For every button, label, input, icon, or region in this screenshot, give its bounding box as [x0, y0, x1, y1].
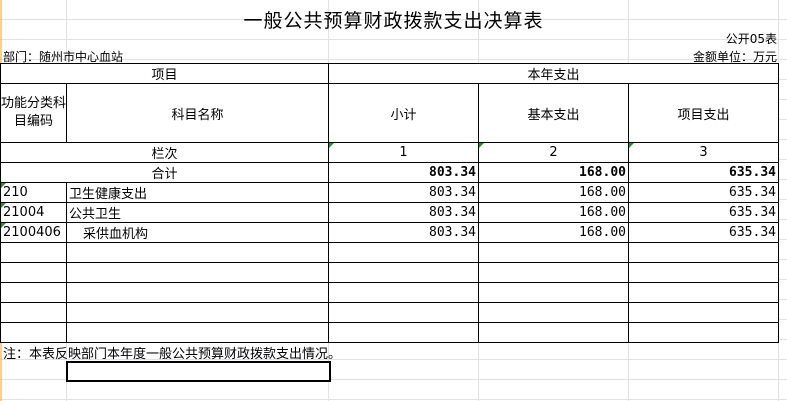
table-row-empty	[0, 262, 779, 283]
empty-cell[interactable]	[478, 282, 629, 303]
total-basic[interactable]: 168.00	[478, 162, 629, 183]
empty-cell[interactable]	[478, 302, 629, 323]
empty-cell[interactable]	[0, 282, 67, 303]
column-2[interactable]: 2	[478, 142, 629, 163]
table-row-empty	[0, 282, 779, 303]
empty-cell[interactable]	[66, 282, 329, 303]
selected-cell[interactable]	[66, 361, 331, 382]
header-subtotal[interactable]: 小计	[328, 83, 479, 143]
row-name[interactable]: 公共卫生	[66, 202, 329, 223]
empty-cell[interactable]	[328, 322, 479, 343]
table-row-empty	[0, 322, 779, 343]
header-basic[interactable]: 基本支出	[478, 83, 629, 143]
row-project[interactable]: 635.34	[628, 222, 779, 243]
empty-cell[interactable]	[328, 262, 479, 283]
empty-cell[interactable]	[628, 282, 779, 303]
row-basic[interactable]: 168.00	[478, 202, 629, 223]
empty-cell[interactable]	[328, 302, 479, 323]
empty-cell[interactable]	[328, 242, 479, 263]
empty-cell[interactable]	[478, 322, 629, 343]
row-project[interactable]: 635.34	[628, 182, 779, 203]
column-1[interactable]: 1	[328, 142, 479, 163]
empty-cell[interactable]	[0, 302, 67, 323]
empty-cell[interactable]	[328, 282, 479, 303]
header-project[interactable]: 项目	[0, 63, 329, 84]
table-row: 2100406 采供血机构 803.34 168.00 635.34	[0, 222, 779, 243]
total-label[interactable]: 合计	[0, 162, 329, 183]
total-project[interactable]: 635.34	[628, 162, 779, 183]
empty-cell[interactable]	[66, 242, 329, 263]
footnote: 注：本表反映部门本年度一般公共预算财政拨款支出情况。	[3, 347, 342, 362]
empty-cell[interactable]	[478, 242, 629, 263]
row-project[interactable]: 635.34	[628, 202, 779, 223]
empty-cell[interactable]	[628, 322, 779, 343]
total-subtotal[interactable]: 803.34	[328, 162, 479, 183]
page-title: 一般公共预算财政拨款支出决算表	[243, 10, 544, 32]
row-subtotal[interactable]: 803.34	[328, 222, 479, 243]
header-annual-expense[interactable]: 本年支出	[328, 63, 779, 84]
row-code[interactable]: 2100406	[0, 222, 67, 243]
form-number: 公开05表	[725, 32, 777, 46]
row-subtotal[interactable]: 803.34	[328, 182, 479, 203]
header-func-code[interactable]: 功能分类科目编码	[0, 83, 67, 143]
row-code[interactable]: 21004	[0, 202, 67, 223]
table-row: 210 卫生健康支出 803.34 168.00 635.34	[0, 182, 779, 203]
empty-cell[interactable]	[628, 242, 779, 263]
row-name[interactable]: 卫生健康支出	[66, 182, 329, 203]
table-row: 21004 公共卫生 803.34 168.00 635.34	[0, 202, 779, 223]
empty-cell[interactable]	[0, 242, 67, 263]
table-row-empty	[0, 242, 779, 263]
empty-cell[interactable]	[66, 302, 329, 323]
expense-table: 项目 本年支出 功能分类科目编码 科目名称 小计 基本支出 项目支出 栏次 1 …	[0, 63, 779, 343]
row-subtotal[interactable]: 803.34	[328, 202, 479, 223]
row-name[interactable]: 采供血机构	[66, 222, 329, 243]
row-basic[interactable]: 168.00	[478, 182, 629, 203]
column-number-label[interactable]: 栏次	[0, 142, 329, 163]
row-code[interactable]: 210	[0, 182, 67, 203]
empty-cell[interactable]	[628, 302, 779, 323]
empty-cell[interactable]	[0, 262, 67, 283]
empty-cell[interactable]	[628, 262, 779, 283]
empty-cell[interactable]	[0, 322, 67, 343]
column-3[interactable]: 3	[628, 142, 779, 163]
table-row-empty	[0, 302, 779, 323]
empty-cell[interactable]	[478, 262, 629, 283]
header-project-expense[interactable]: 项目支出	[628, 83, 779, 143]
empty-cell[interactable]	[66, 322, 329, 343]
row-basic[interactable]: 168.00	[478, 222, 629, 243]
header-subject-name[interactable]: 科目名称	[66, 83, 329, 143]
empty-cell[interactable]	[66, 262, 329, 283]
